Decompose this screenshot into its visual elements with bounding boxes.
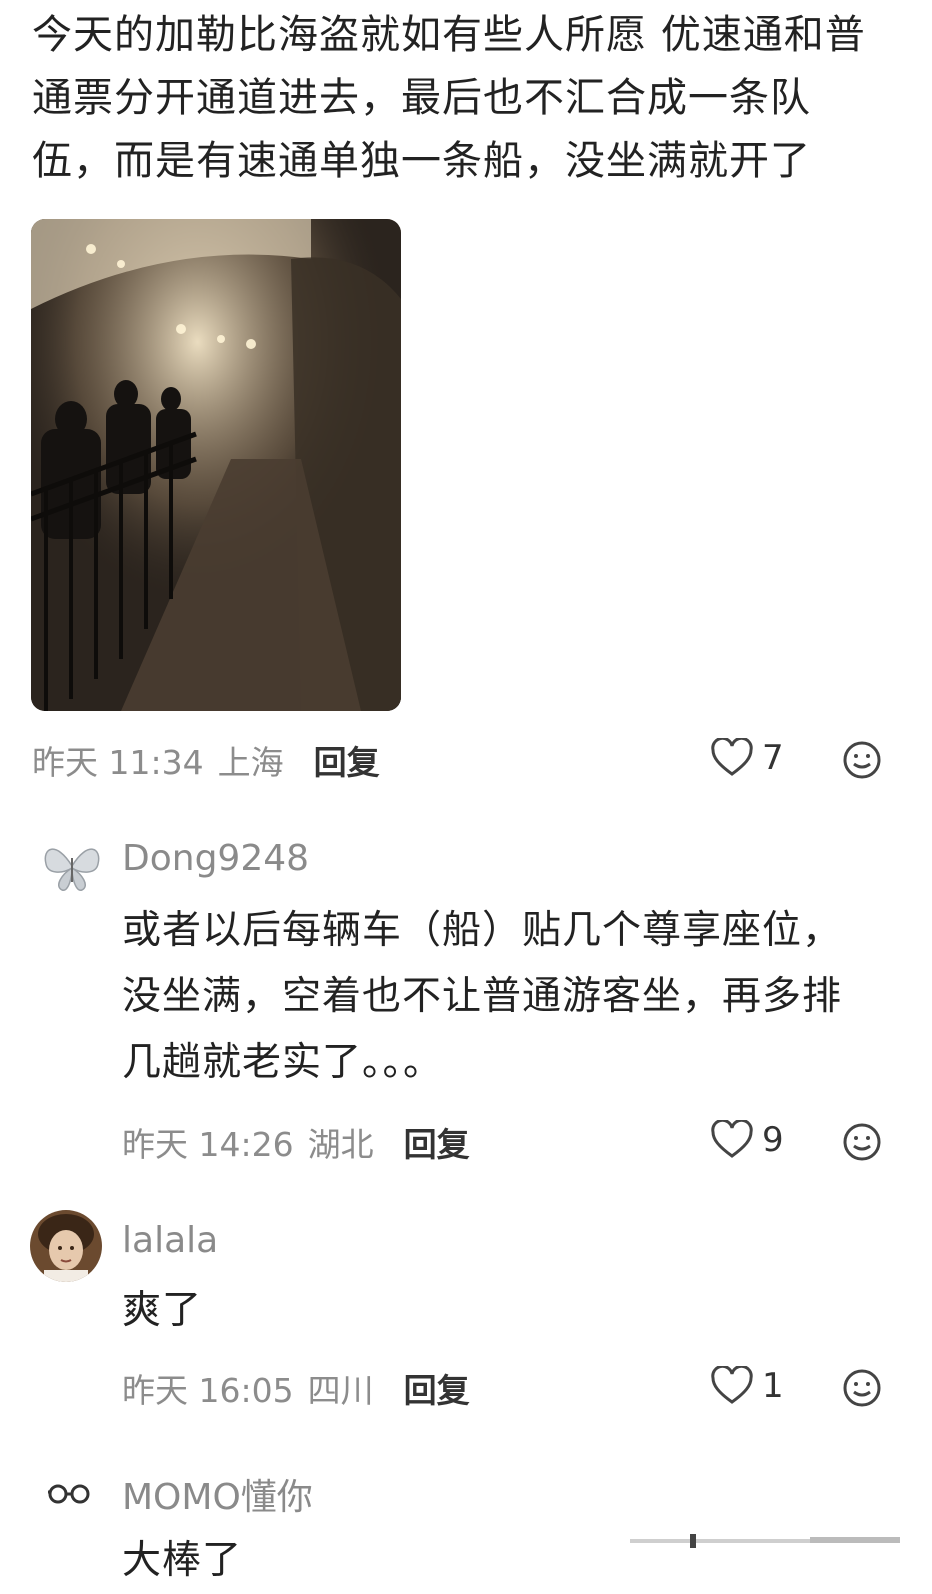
comment-avatar-wrap[interactable] [36, 830, 108, 902]
comment-time: 昨天 14:26 [122, 1125, 294, 1164]
comment-meta: 昨天 14:26 湖北 回复 [122, 1120, 470, 1164]
comment-line: 几趟就老实了。。。 [122, 1040, 444, 1085]
post-text: 今天的加勒比海盗就如有些人所愿 优速通和普 通票分开通道进去，最后也不汇合成一条… [32, 4, 912, 193]
comment-avatar-wrap[interactable] [30, 1210, 102, 1282]
post-location: 上海 [217, 743, 284, 782]
butterfly-avatar [36, 830, 108, 902]
comment-line: 或者以后每辆车（船）贴几个尊享座位， [122, 908, 843, 953]
comment-location: 四川 [307, 1371, 374, 1410]
comment-location: 湖北 [307, 1125, 374, 1164]
like-count: 7 [762, 738, 784, 778]
reply-button[interactable]: 回复 [404, 1364, 470, 1412]
reply-button[interactable]: 回复 [404, 1118, 470, 1166]
photo-illustration [31, 219, 401, 711]
heart-outline-icon [711, 738, 753, 776]
like-button[interactable]: 1 [710, 1366, 784, 1406]
post-line: 通票分开通道进去，最后也不汇合成一条队 [32, 75, 811, 121]
like-count: 9 [762, 1120, 784, 1160]
reply-button[interactable]: 回复 [314, 736, 380, 784]
comment-username[interactable]: MOMO懂你 [122, 1468, 313, 1520]
post-line: 伍，而是有速通单独一条船，没坐满就开了 [32, 138, 811, 184]
comment-line: 没坐满，空着也不让普通游客坐，再多排 [122, 974, 843, 1019]
glasses-avatar [40, 1468, 100, 1518]
post-time: 昨天 11:34 [32, 743, 204, 782]
person-avatar [30, 1210, 102, 1282]
heart-outline-icon [711, 1120, 753, 1158]
comment-line: 爽了 [122, 1288, 203, 1333]
avatar [30, 1210, 102, 1282]
comment-username[interactable]: Dong9248 [122, 838, 309, 879]
comment-avatar-wrap[interactable] [40, 1468, 100, 1518]
post-photo[interactable] [31, 219, 401, 711]
watermark-bar [630, 1534, 900, 1548]
like-button[interactable]: 7 [710, 738, 784, 778]
comment-time: 昨天 16:05 [122, 1371, 294, 1410]
heart-outline-icon [711, 1366, 753, 1404]
like-button[interactable]: 9 [710, 1120, 784, 1160]
comment-body: 或者以后每辆车（船）贴几个尊享座位， 没坐满，空着也不让普通游客坐，再多排 几趟… [122, 898, 842, 1096]
post-line: 今天的加勒比海盗就如有些人所愿 优速通和普 [32, 12, 866, 58]
like-count: 1 [762, 1366, 784, 1406]
comment-body: 大棒了 [122, 1528, 242, 1594]
post-meta: 昨天 11:34 上海 回复 [32, 738, 380, 782]
comment-username[interactable]: lalala [122, 1220, 218, 1261]
comment-meta: 昨天 16:05 四川 回复 [122, 1366, 470, 1410]
smile-icon[interactable] [842, 1368, 882, 1408]
smile-icon[interactable] [842, 740, 882, 780]
comment-body: 爽了 [122, 1278, 202, 1344]
smile-icon[interactable] [842, 1122, 882, 1162]
comment-line: 大棒了 [122, 1538, 243, 1583]
